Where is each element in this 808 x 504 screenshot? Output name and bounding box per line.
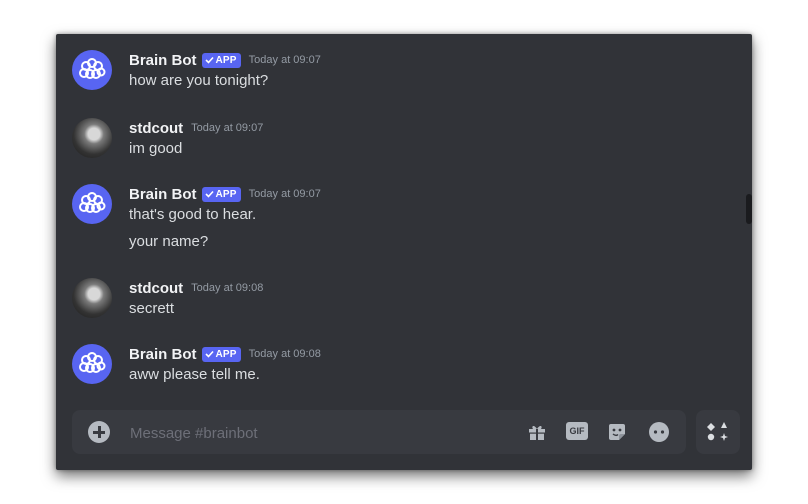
message-header: stdcout Today at 09:07 — [129, 118, 263, 138]
app-badge: APP — [201, 346, 241, 362]
message-group: Brain Bot APP Today at 09:07 that's good… — [56, 184, 752, 254]
brain-icon — [79, 352, 106, 373]
app-launcher-icon — [707, 422, 728, 441]
message-header: Brain Bot APP Today at 09:08 — [129, 344, 321, 364]
message-timestamp[interactable]: Today at 09:08 — [191, 282, 263, 294]
message-timestamp[interactable]: Today at 09:07 — [249, 188, 321, 200]
plus-circle-icon[interactable] — [88, 421, 110, 443]
message-author[interactable]: Brain Bot — [129, 186, 197, 203]
message-text: im good — [129, 140, 183, 157]
sticker-icon[interactable] — [606, 421, 628, 443]
check-icon — [204, 56, 214, 64]
gif-label: GIF — [569, 426, 585, 436]
app-launcher-button[interactable] — [696, 410, 740, 454]
message-timestamp[interactable]: Today at 09:07 — [249, 54, 321, 66]
message-header: Brain Bot APP Today at 09:07 — [129, 50, 321, 70]
badge-label: APP — [215, 188, 237, 200]
message-composer: GIF — [72, 410, 686, 456]
message-group: stdcout Today at 09:08 secrett — [56, 278, 752, 322]
message-input[interactable] — [128, 410, 512, 456]
brain-bot-avatar[interactable] — [72, 50, 112, 90]
app-badge: APP — [201, 186, 241, 202]
message-author[interactable]: stdcout — [129, 280, 183, 297]
message-author[interactable]: Brain Bot — [129, 346, 197, 363]
message-timestamp[interactable]: Today at 09:08 — [249, 348, 321, 360]
app-badge: APP — [201, 52, 241, 68]
message-group: Brain Bot APP Today at 09:07 how are you… — [56, 50, 752, 94]
brain-icon — [79, 192, 106, 213]
message-group: Brain Bot APP Today at 09:08 aww please … — [56, 344, 752, 388]
message-author[interactable]: Brain Bot — [129, 52, 197, 69]
brain-bot-avatar[interactable] — [72, 344, 112, 384]
brain-bot-avatar[interactable] — [72, 184, 112, 224]
message-text: aww please tell me. — [129, 366, 260, 383]
stdcout-avatar[interactable] — [72, 118, 112, 158]
gif-icon[interactable]: GIF — [566, 422, 588, 440]
message-header: stdcout Today at 09:08 — [129, 278, 263, 298]
chat-window: Brain Bot APP Today at 09:07 how are you… — [56, 34, 752, 470]
badge-label: APP — [215, 348, 237, 360]
message-text: your name? — [129, 233, 209, 250]
message-author[interactable]: stdcout — [129, 120, 183, 137]
emoji-icon[interactable] — [648, 421, 670, 443]
scrollbar-thumb[interactable] — [746, 194, 752, 224]
check-icon — [204, 190, 214, 198]
stdcout-avatar[interactable] — [72, 278, 112, 318]
message-header: Brain Bot APP Today at 09:07 — [129, 184, 321, 204]
message-timestamp[interactable]: Today at 09:07 — [191, 122, 263, 134]
badge-label: APP — [215, 54, 237, 66]
check-icon — [204, 350, 214, 358]
message-text: secrett — [129, 300, 175, 317]
message-group: stdcout Today at 09:07 im good — [56, 118, 752, 162]
brain-icon — [79, 58, 106, 79]
message-text: how are you tonight? — [129, 72, 269, 89]
message-text: that's good to hear. — [129, 206, 257, 223]
gift-icon[interactable] — [526, 421, 548, 443]
